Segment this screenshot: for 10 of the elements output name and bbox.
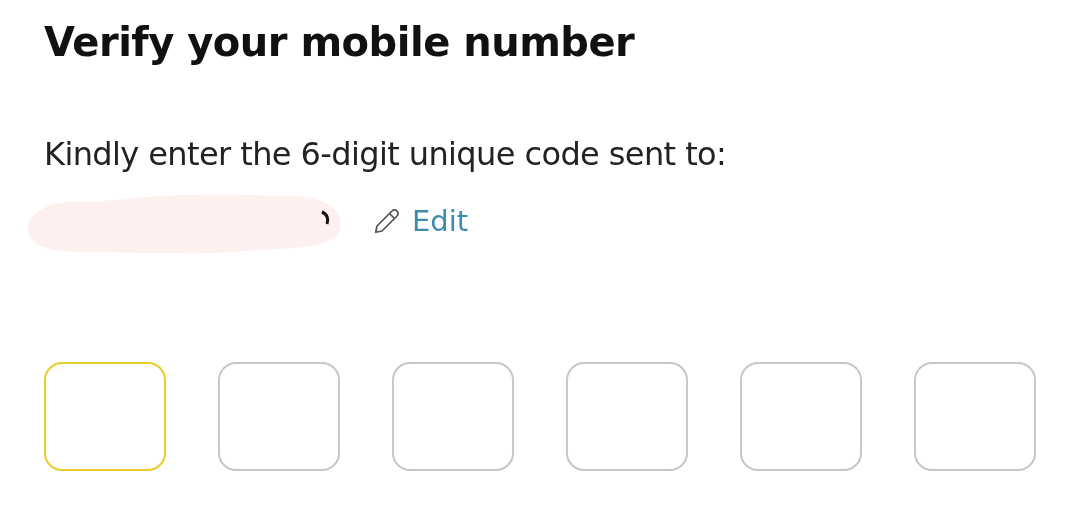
pencil-icon bbox=[372, 206, 402, 236]
code-digit-field[interactable] bbox=[740, 362, 862, 471]
code-digit-field[interactable] bbox=[914, 362, 1036, 471]
code-digit-field[interactable] bbox=[218, 362, 340, 471]
instruction-text: Kindly enter the 6-digit unique code sent to: bbox=[44, 134, 728, 175]
code-digit-field[interactable] bbox=[566, 362, 688, 471]
page-title: Verify your mobile number bbox=[44, 18, 636, 67]
edit-link[interactable]: Edit bbox=[372, 204, 469, 238]
code-digit-field[interactable] bbox=[392, 362, 514, 471]
code-digit-field[interactable] bbox=[44, 362, 166, 471]
